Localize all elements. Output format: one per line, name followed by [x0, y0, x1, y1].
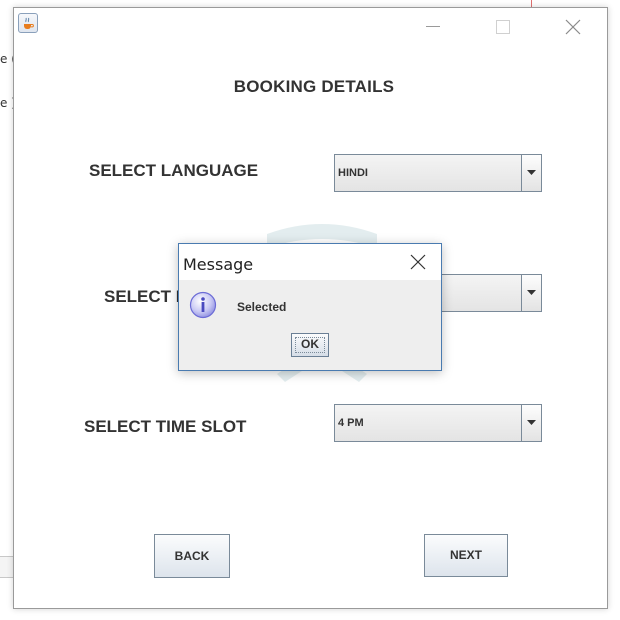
- dialog-titlebar[interactable]: Message: [179, 244, 441, 280]
- dialog-close-button[interactable]: [401, 248, 435, 276]
- next-button[interactable]: NEXT: [424, 534, 508, 577]
- close-button[interactable]: [550, 12, 596, 40]
- close-icon: [565, 19, 581, 35]
- chevron-down-icon: [527, 420, 536, 425]
- focus-ring: [295, 337, 325, 353]
- time-slot-dropdown[interactable]: 4 PM: [334, 404, 542, 442]
- info-icon: [189, 291, 217, 319]
- minimize-button[interactable]: [410, 12, 456, 40]
- message-dialog: Message Selected OK: [178, 243, 442, 371]
- language-dropdown-arrow[interactable]: [521, 155, 541, 191]
- close-icon: [410, 254, 426, 270]
- language-dropdown[interactable]: HINDI: [334, 154, 542, 192]
- language-selected-value: HINDI: [338, 167, 368, 179]
- window-titlebar[interactable]: [14, 8, 607, 42]
- second-dropdown-arrow[interactable]: [521, 275, 541, 311]
- language-label: SELECT LANGUAGE: [89, 161, 259, 180]
- page-title: BOOKING DETAILS: [233, 77, 395, 96]
- time-slot-selected-value: 4 PM: [338, 417, 364, 429]
- dialog-message: Selected: [237, 300, 287, 314]
- time-slot-dropdown-arrow[interactable]: [521, 405, 541, 441]
- back-button[interactable]: BACK: [154, 534, 230, 578]
- chevron-down-icon: [527, 170, 536, 175]
- maximize-button[interactable]: [480, 12, 526, 40]
- time-slot-label: SELECT TIME SLOT: [84, 417, 247, 436]
- ok-button[interactable]: OK: [291, 333, 329, 357]
- second-selection-label: SELECT I: [104, 287, 181, 306]
- maximize-icon: [496, 20, 510, 34]
- background-window: [0, 0, 14, 620]
- chevron-down-icon: [527, 290, 536, 295]
- background-strip: [0, 556, 14, 578]
- java-icon[interactable]: [18, 13, 38, 33]
- dialog-title: Message: [183, 255, 254, 274]
- minimize-icon: [426, 26, 440, 27]
